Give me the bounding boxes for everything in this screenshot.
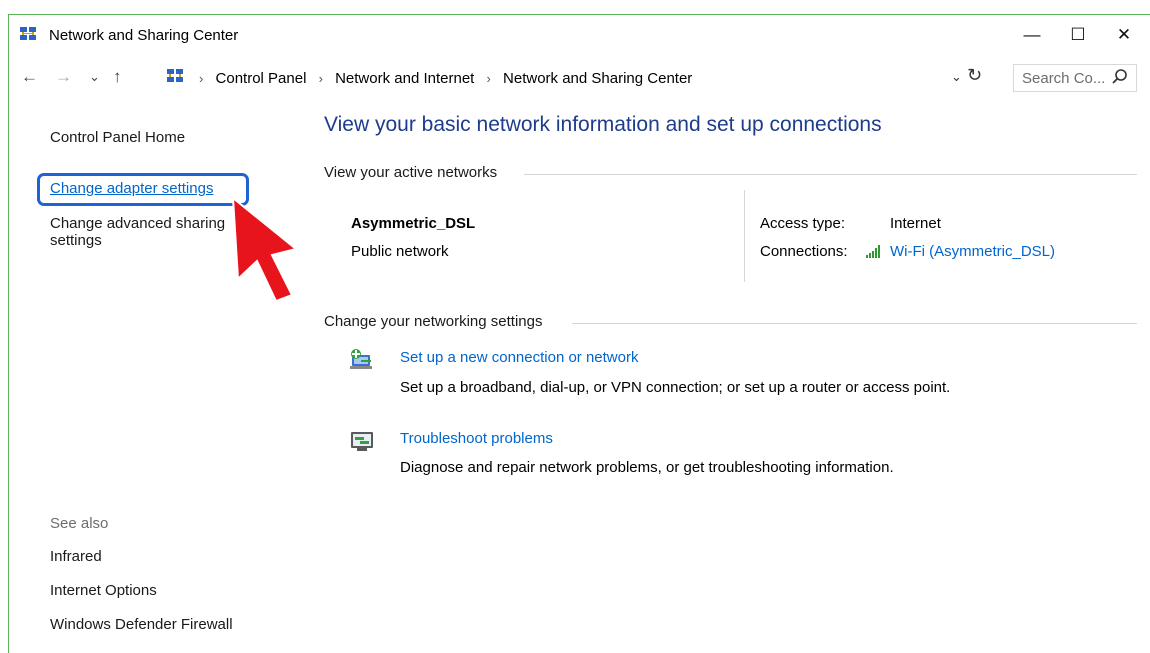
breadcrumb: › Control Panel › Network and Internet ›… [191, 70, 692, 87]
address-dropdown-button[interactable]: ⌄ [951, 69, 962, 85]
page-title: View your basic network information and … [324, 113, 882, 136]
change-advanced-sharing-line2: settings [50, 232, 102, 249]
change-advanced-sharing-line1: Change advanced sharing [50, 215, 226, 232]
troubleshoot-link[interactable]: Troubleshoot problems [400, 430, 553, 447]
search-placeholder: Search Co... [1022, 70, 1106, 87]
breadcrumb-network-and-sharing-center[interactable]: Network and Sharing Center [503, 70, 692, 87]
minimize-button[interactable]: — [1009, 15, 1055, 55]
search-input[interactable]: Search Co... [1013, 64, 1137, 92]
network-center-icon [167, 69, 183, 82]
title-bar: Network and Sharing Center — ☐ ✕ [9, 15, 1150, 55]
new-connection-icon [350, 349, 372, 369]
up-button[interactable]: ↑ [113, 67, 122, 87]
pointer-arrow-icon [232, 197, 299, 302]
wifi-signal-icon [866, 245, 880, 258]
recent-locations-button[interactable]: ⌄ [89, 69, 100, 85]
troubleshoot-icon [351, 432, 373, 451]
change-settings-header: Change your networking settings [324, 313, 543, 330]
network-type[interactable]: Public network [351, 243, 449, 260]
setup-connection-link[interactable]: Set up a new connection or network [400, 349, 638, 366]
section-divider [572, 323, 1137, 324]
close-button[interactable]: ✕ [1101, 15, 1147, 55]
wifi-connection-link[interactable]: Wi-Fi (Asymmetric_DSL) [890, 243, 1055, 260]
setup-connection-description: Set up a broadband, dial-up, or VPN conn… [400, 379, 951, 396]
see-also-heading: See also [50, 515, 109, 532]
troubleshoot-description: Diagnose and repair network problems, or… [400, 459, 894, 476]
forward-button[interactable]: → [55, 67, 72, 87]
change-advanced-sharing-link[interactable]: Change advanced sharing settings [50, 215, 225, 249]
connections-label: Connections: [760, 243, 848, 260]
network-center-icon [20, 27, 36, 40]
highlight-box [37, 173, 249, 206]
active-networks-header: View your active networks [324, 164, 498, 181]
vertical-divider [744, 190, 745, 282]
breadcrumb-control-panel[interactable]: Control Panel [216, 70, 307, 87]
back-button[interactable]: ← [21, 67, 38, 87]
breadcrumb-separator: › [486, 71, 491, 86]
address-bar: ← → ⌄ ↑ › Control Panel › Network and In… [9, 61, 1150, 95]
control-panel-home-link[interactable]: Control Panel Home [50, 129, 185, 146]
maximize-button[interactable]: ☐ [1055, 15, 1101, 55]
refresh-button[interactable]: ↻ [967, 65, 982, 86]
breadcrumb-separator: › [318, 71, 323, 86]
section-divider [524, 174, 1137, 175]
access-type-value: Internet [890, 215, 941, 232]
windows-defender-firewall-link[interactable]: Windows Defender Firewall [50, 616, 233, 633]
infrared-link[interactable]: Infrared [50, 548, 102, 565]
window: Network and Sharing Center — ☐ ✕ ← → ⌄ ↑… [8, 14, 1150, 653]
breadcrumb-separator: › [199, 71, 204, 86]
window-title: Network and Sharing Center [49, 27, 239, 44]
search-icon[interactable] [1111, 68, 1129, 86]
breadcrumb-network-and-internet[interactable]: Network and Internet [335, 70, 474, 87]
access-type-label: Access type: [760, 215, 846, 232]
network-name: Asymmetric_DSL [351, 215, 476, 232]
internet-options-link[interactable]: Internet Options [50, 582, 157, 599]
